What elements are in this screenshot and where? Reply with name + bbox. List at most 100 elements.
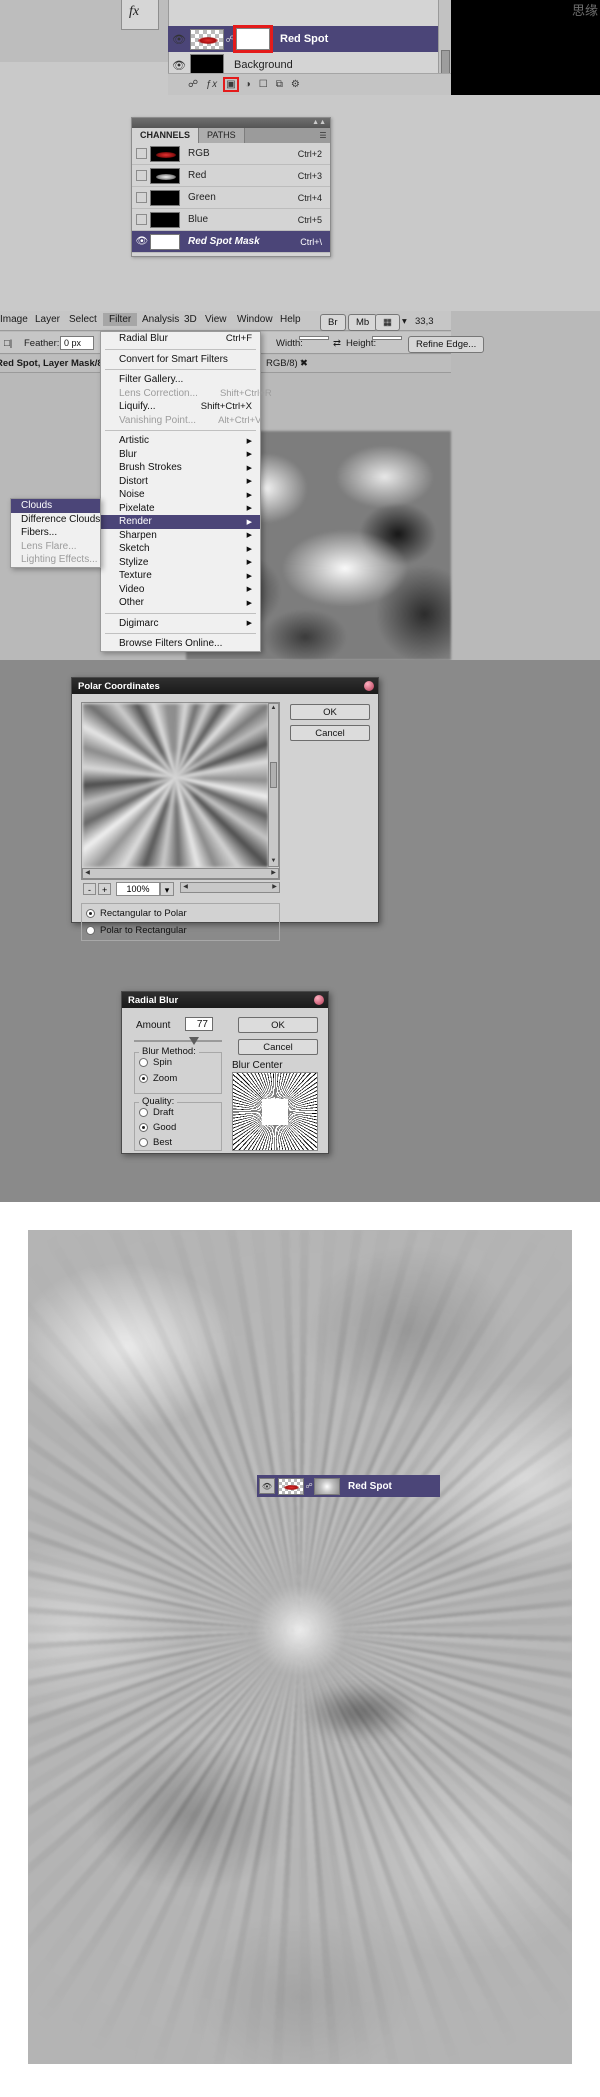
panel-menu-icon[interactable]: ☰ bbox=[316, 128, 330, 143]
layer-thumbnail[interactable] bbox=[190, 28, 224, 50]
radio-polar-to-rectangular[interactable]: Polar to Rectangular bbox=[86, 925, 187, 936]
adjustment-icon[interactable]: ◑ bbox=[245, 79, 251, 90]
menu-item-video[interactable]: Video ▶ bbox=[101, 583, 260, 597]
link-icon[interactable]: ☍ bbox=[224, 34, 236, 45]
menu-item-sketch[interactable]: Sketch ▶ bbox=[101, 542, 260, 556]
menu-view[interactable]: View bbox=[199, 313, 233, 326]
selection-icon[interactable]: □| bbox=[4, 338, 12, 349]
radio-good[interactable]: Good bbox=[139, 1122, 176, 1133]
radio-icon[interactable] bbox=[86, 909, 95, 918]
scroll-up-icon[interactable]: ▲ bbox=[269, 704, 278, 713]
menu-item-radial-blur[interactable]: Radial Blur Ctrl+F bbox=[101, 332, 260, 346]
menu-item-texture[interactable]: Texture ▶ bbox=[101, 569, 260, 583]
channel-visibility-toggle[interactable] bbox=[132, 148, 150, 159]
zoom-in-button[interactable]: + bbox=[98, 883, 111, 895]
cancel-button[interactable]: Cancel bbox=[290, 725, 370, 741]
panel-collapse-icon[interactable]: ▲▲ bbox=[312, 118, 326, 128]
preview-hscrollbar[interactable]: ◀ ▶ bbox=[82, 868, 279, 879]
channel-row-green[interactable]: Green Ctrl+4 bbox=[132, 187, 330, 209]
menu-item-sharpen[interactable]: Sharpen ▶ bbox=[101, 529, 260, 543]
radio-icon[interactable] bbox=[86, 926, 95, 935]
menu-item-render[interactable]: Render ▶ bbox=[101, 515, 260, 529]
menu-item-artistic[interactable]: Artistic ▶ bbox=[101, 434, 260, 448]
cancel-button[interactable]: Cancel bbox=[238, 1039, 318, 1055]
radio-icon[interactable] bbox=[139, 1108, 148, 1117]
scroll-down-icon[interactable]: ▼ bbox=[269, 857, 278, 866]
swap-dimensions-icon[interactable]: ⇄ bbox=[333, 338, 341, 349]
result-layer-row[interactable]: 👁 ☍ Red Spot bbox=[257, 1475, 440, 1497]
layer-mask-thumbnail[interactable] bbox=[314, 1477, 340, 1495]
dialog-titlebar[interactable]: Polar Coordinates bbox=[72, 678, 378, 694]
menu-help[interactable]: Help bbox=[274, 313, 307, 326]
blur-center-preview[interactable] bbox=[232, 1072, 318, 1151]
group-icon[interactable]: ☐ bbox=[259, 79, 268, 90]
scroll-left-icon[interactable]: ◀ bbox=[83, 869, 92, 878]
radio-draft[interactable]: Draft bbox=[139, 1107, 174, 1118]
eye-icon[interactable]: 👁 bbox=[168, 33, 190, 46]
scroll-right-icon[interactable]: ▶ bbox=[269, 869, 278, 878]
channel-row-red-spot-mask[interactable]: 👁 Red Spot Mask Ctrl+\ bbox=[132, 231, 330, 253]
menu-select[interactable]: Select bbox=[63, 313, 103, 326]
scroll-left-icon[interactable]: ◀ bbox=[181, 883, 190, 892]
mask-icon[interactable]: ▣ bbox=[223, 77, 239, 92]
layer-mask-thumbnail[interactable] bbox=[233, 25, 273, 53]
menu-item-distort[interactable]: Distort ▶ bbox=[101, 475, 260, 489]
zoom-hscrollbar[interactable]: ◀ ▶ bbox=[180, 882, 280, 893]
channel-visibility-toggle[interactable] bbox=[132, 214, 150, 225]
dialog-titlebar[interactable]: Radial Blur bbox=[122, 992, 328, 1008]
panel-grip[interactable]: ▲▲ bbox=[132, 118, 330, 128]
channel-row-rgb[interactable]: RGB Ctrl+2 bbox=[132, 143, 330, 165]
submenu-item-difference-clouds[interactable]: Difference Clouds bbox=[11, 513, 100, 527]
menu-window[interactable]: Window bbox=[231, 313, 279, 326]
fx-button[interactable] bbox=[121, 0, 159, 30]
menu-item-blur[interactable]: Blur ▶ bbox=[101, 448, 260, 462]
close-icon[interactable]: ✖ bbox=[300, 358, 308, 369]
channel-row-blue[interactable]: Blue Ctrl+5 bbox=[132, 209, 330, 231]
polar-preview[interactable] bbox=[83, 704, 268, 867]
scrollbar-thumb[interactable] bbox=[441, 50, 450, 74]
menu-item-digimarc[interactable]: Digimarc ▶ bbox=[101, 617, 260, 631]
width-input[interactable] bbox=[299, 336, 329, 340]
feather-input[interactable]: 0 px bbox=[60, 336, 94, 350]
radio-icon[interactable] bbox=[139, 1123, 148, 1132]
refine-edge-button[interactable]: Refine Edge... bbox=[408, 336, 485, 353]
new-layer-icon[interactable]: ⧉ bbox=[276, 79, 283, 90]
zoom-caret-icon[interactable]: ▾ bbox=[402, 316, 407, 327]
fx-icon[interactable]: ƒ𝑥 bbox=[206, 79, 217, 90]
layer-row-red-spot[interactable]: 👁 ☍ Red Spot bbox=[168, 25, 438, 53]
submenu-item-fibers[interactable]: Fibers... bbox=[11, 526, 100, 540]
radio-spin[interactable]: Spin bbox=[139, 1057, 172, 1068]
radio-best[interactable]: Best bbox=[139, 1137, 172, 1148]
zoom-out-button[interactable]: - bbox=[83, 883, 96, 895]
amount-input[interactable]: 77 bbox=[185, 1017, 213, 1031]
menu-item-filter-gallery[interactable]: Filter Gallery... bbox=[101, 373, 260, 387]
ok-button[interactable]: OK bbox=[290, 704, 370, 720]
amount-slider-track[interactable] bbox=[134, 1040, 222, 1042]
radio-zoom[interactable]: Zoom bbox=[139, 1073, 177, 1084]
preview-vscrollbar[interactable]: ▲ ▼ bbox=[268, 703, 279, 867]
channel-row-red[interactable]: Red Ctrl+3 bbox=[132, 165, 330, 187]
tab-paths[interactable]: PATHS bbox=[199, 128, 245, 143]
minibridge-button[interactable]: Mb bbox=[348, 314, 378, 331]
channel-visibility-toggle[interactable]: 👁 bbox=[132, 236, 150, 247]
menu-item-browse-filters-online[interactable]: Browse Filters Online... bbox=[101, 637, 260, 651]
channel-visibility-toggle[interactable] bbox=[132, 192, 150, 203]
channel-visibility-toggle[interactable] bbox=[132, 170, 150, 181]
menu-item-pixelate[interactable]: Pixelate ▶ bbox=[101, 502, 260, 516]
radio-icon[interactable] bbox=[139, 1138, 148, 1147]
chevron-down-icon[interactable]: ▾ bbox=[160, 882, 174, 896]
tab-channels[interactable]: CHANNELS bbox=[132, 128, 200, 143]
height-input[interactable] bbox=[372, 336, 402, 340]
zoom-level-value[interactable]: 100% bbox=[116, 882, 160, 896]
layer-thumbnail[interactable] bbox=[278, 1477, 304, 1495]
eye-icon[interactable]: 👁 bbox=[168, 59, 190, 72]
screen-mode-icon[interactable]: ▦ bbox=[375, 314, 400, 331]
vscrollbar-thumb[interactable] bbox=[270, 762, 277, 788]
bridge-button[interactable]: Br bbox=[320, 314, 346, 331]
menu-item-other[interactable]: Other ▶ bbox=[101, 596, 260, 610]
menu-filter[interactable]: Filter bbox=[103, 313, 138, 326]
scroll-right-icon[interactable]: ▶ bbox=[270, 883, 279, 892]
menu-item-convert-for-smart-filters[interactable]: Convert for Smart Filters bbox=[101, 353, 260, 367]
menu-item-liquify[interactable]: Liquify... Shift+Ctrl+X bbox=[101, 400, 260, 414]
link-icon[interactable]: ☍ bbox=[188, 79, 198, 90]
